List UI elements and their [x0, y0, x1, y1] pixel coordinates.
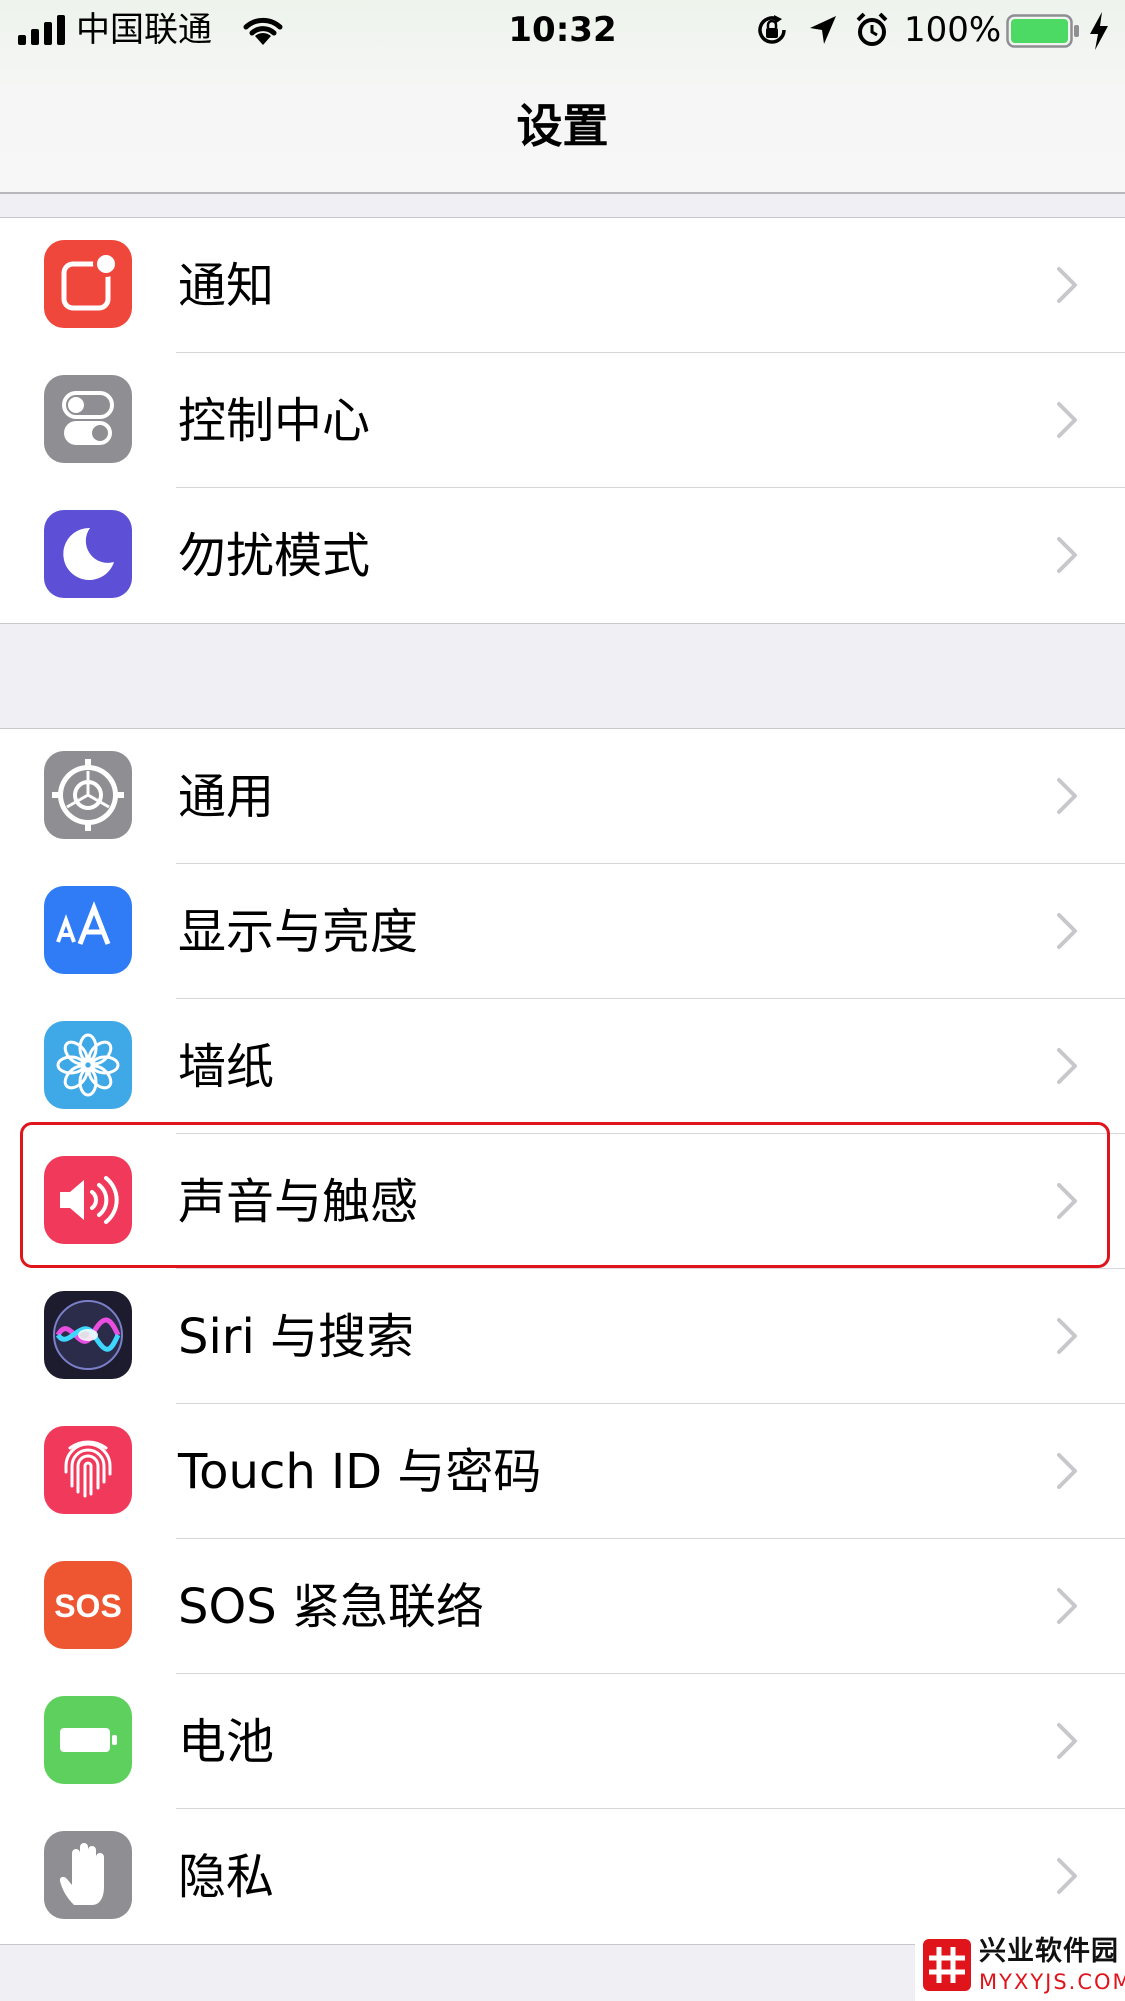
chevron-right-icon	[1057, 537, 1077, 573]
wallpaper-flower-icon	[44, 1021, 132, 1109]
highlight-box	[20, 1122, 1110, 1268]
hand-icon	[44, 1831, 132, 1919]
alarm-icon	[856, 12, 888, 46]
chevron-right-icon	[1057, 778, 1077, 814]
battery-icon	[44, 1696, 132, 1784]
control-center-icon	[44, 375, 132, 463]
row-label: 显示与亮度	[178, 904, 419, 960]
notifications-icon	[44, 240, 132, 328]
row-emergency-sos[interactable]: SOS SOS 紧急联络	[0, 1539, 1125, 1674]
row-siri-search[interactable]: Siri 与搜索	[0, 1269, 1125, 1404]
chevron-right-icon	[1057, 1318, 1077, 1354]
row-notifications[interactable]: 通知	[0, 218, 1125, 353]
row-touch-id-passcode[interactable]: Touch ID 与密码	[0, 1404, 1125, 1539]
watermark-logo-icon	[923, 1939, 971, 1991]
row-label: 墙纸	[178, 1039, 275, 1095]
charging-bolt-icon	[1090, 12, 1108, 50]
location-icon	[810, 16, 836, 44]
row-label: 通知	[178, 258, 275, 314]
row-do-not-disturb[interactable]: 勿扰模式	[0, 488, 1125, 623]
chevron-right-icon	[1057, 267, 1077, 303]
chevron-right-icon	[1057, 1723, 1077, 1759]
watermark: 兴业软件园 MYXYJS.COM	[915, 1931, 1125, 2001]
row-general[interactable]: 通用	[0, 729, 1125, 864]
moon-icon	[44, 510, 132, 598]
siri-icon	[44, 1291, 132, 1379]
row-label: 控制中心	[178, 393, 371, 449]
display-text-size-icon	[44, 886, 132, 974]
sos-icon-text: SOS	[54, 1588, 122, 1624]
row-label: Touch ID 与密码	[178, 1444, 542, 1500]
chevron-right-icon	[1057, 913, 1077, 949]
row-label: 隐私	[178, 1849, 275, 1905]
sos-icon: SOS	[44, 1561, 132, 1649]
row-label: 通用	[178, 769, 275, 825]
row-privacy[interactable]: 隐私	[0, 1809, 1125, 1944]
row-label: SOS 紧急联络	[178, 1579, 484, 1635]
chevron-right-icon	[1057, 402, 1077, 438]
gear-icon	[44, 751, 132, 839]
page-title: 设置	[516, 99, 609, 153]
row-wallpaper[interactable]: 墙纸	[0, 999, 1125, 1134]
fingerprint-icon	[44, 1426, 132, 1514]
row-label: 电池	[178, 1714, 275, 1770]
row-display-brightness[interactable]: 显示与亮度	[0, 864, 1125, 999]
row-battery[interactable]: 电池	[0, 1674, 1125, 1809]
battery-percent: 100%	[904, 10, 1002, 50]
chevron-right-icon	[1057, 1048, 1077, 1084]
chevron-right-icon	[1057, 1858, 1077, 1894]
row-control-center[interactable]: 控制中心	[0, 353, 1125, 488]
chevron-right-icon	[1057, 1588, 1077, 1624]
watermark-url: MYXYJS.COM	[979, 1970, 1125, 1994]
settings-group-2: 通用 显示与亮度 墙纸 声音与触感 Siri 与搜索 Touch ID 与密码 …	[0, 728, 1125, 1945]
chevron-right-icon	[1057, 1453, 1077, 1489]
settings-group-1: 通知 控制中心 勿扰模式	[0, 217, 1125, 624]
orientation-lock-icon	[758, 15, 786, 44]
top-bar: 中国联通 10:32 100% 设置	[0, 0, 1125, 194]
row-label: 勿扰模式	[178, 528, 371, 584]
row-label: Siri 与搜索	[178, 1309, 415, 1365]
watermark-name: 兴业软件园	[979, 1936, 1119, 1967]
battery-icon	[1006, 14, 1079, 48]
status-bar: 中国联通 10:32 100%	[0, 0, 1125, 60]
